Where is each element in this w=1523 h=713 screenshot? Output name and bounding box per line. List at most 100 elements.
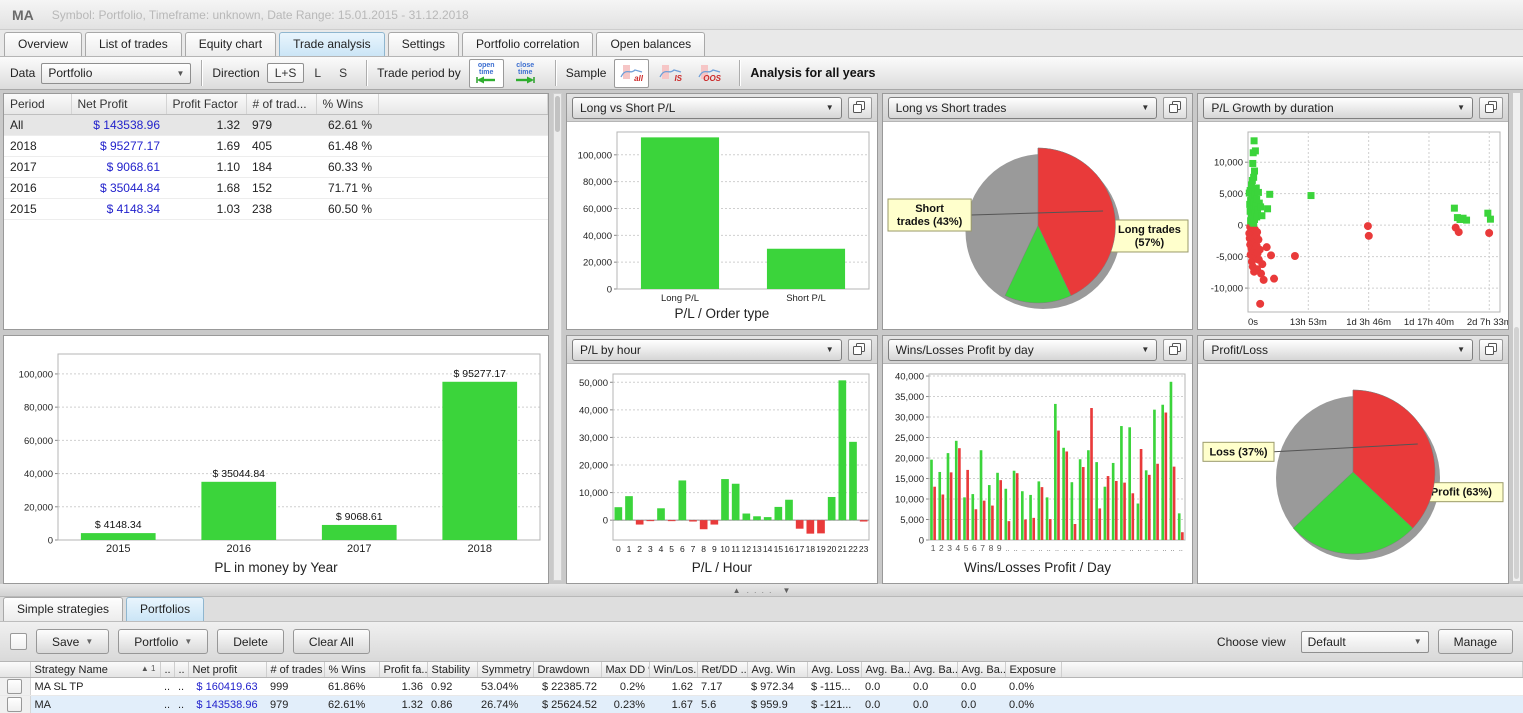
splitter-collapse-down-icon[interactable]: ▼ bbox=[783, 586, 791, 595]
copy-chart-button[interactable] bbox=[848, 97, 872, 119]
chart-selector[interactable]: Long vs Short trades▼ bbox=[888, 97, 1158, 119]
save-button[interactable]: Save▼ bbox=[36, 629, 109, 654]
svg-text:15: 15 bbox=[774, 544, 784, 554]
chart-selector[interactable]: Long vs Short P/L▼ bbox=[572, 97, 842, 119]
open-time-button[interactable]: opentime bbox=[469, 59, 504, 88]
svg-text:16: 16 bbox=[784, 544, 794, 554]
direction-l[interactable]: L bbox=[306, 63, 329, 83]
chart-selector[interactable]: Profit/Loss▼ bbox=[1203, 339, 1473, 361]
cell: 0.0 bbox=[909, 696, 957, 713]
column-header-avg-loss[interactable]: Avg. Loss bbox=[807, 662, 861, 678]
view-select[interactable]: Default ▼ bbox=[1301, 631, 1429, 653]
scrollbar-thumb[interactable] bbox=[555, 96, 560, 132]
bottom-tab-portfolios[interactable]: Portfolios bbox=[126, 597, 204, 621]
column-header-truncated[interactable]: .. bbox=[174, 662, 188, 678]
column-header-strategy-name[interactable]: Strategy Name▲ 1 bbox=[30, 662, 160, 678]
chart-selector[interactable]: Wins/Losses Profit by day▼ bbox=[888, 339, 1158, 361]
column-header-avg-ba[interactable]: Avg. Ba... bbox=[957, 662, 1005, 678]
column-header-profit-fa[interactable]: Profit fa... bbox=[379, 662, 427, 678]
toolbar-separator bbox=[739, 60, 740, 86]
vertical-scrollbar-right[interactable] bbox=[1513, 93, 1520, 581]
period-row-2015[interactable]: 2015$ 4148.341.0323860.50 % bbox=[4, 199, 548, 220]
column-header-drawdown[interactable]: Drawdown bbox=[533, 662, 601, 678]
panel-splitter[interactable]: ▲ .... ▼ bbox=[0, 584, 1523, 597]
sample-oos-button[interactable]: OOS bbox=[692, 59, 727, 88]
column-header-of-trades[interactable]: # of trades bbox=[266, 662, 324, 678]
svg-text:6: 6 bbox=[680, 544, 685, 554]
sample-all-button[interactable]: all bbox=[614, 59, 649, 88]
copy-chart-button[interactable] bbox=[1163, 97, 1187, 119]
svg-text:21: 21 bbox=[838, 544, 848, 554]
column-header-exposure[interactable]: Exposure bbox=[1005, 662, 1061, 678]
column-header-stability[interactable]: Stability bbox=[427, 662, 477, 678]
column-header-net-profit[interactable]: Net Profit bbox=[71, 94, 166, 115]
copy-chart-button[interactable] bbox=[848, 339, 872, 361]
close-time-button[interactable]: closetime bbox=[508, 59, 543, 88]
column-header-ret-dd[interactable]: Ret/DD ... bbox=[697, 662, 747, 678]
tab-portfolio-correlation[interactable]: Portfolio correlation bbox=[462, 32, 593, 56]
period-row-2016[interactable]: 2016$ 35044.841.6815271.71 % bbox=[4, 178, 548, 199]
cell: $ 95277.17 bbox=[71, 136, 166, 157]
direction-l-s[interactable]: L+S bbox=[267, 63, 305, 83]
column-header-wins[interactable]: % Wins bbox=[324, 662, 379, 678]
column-header-avg-ba[interactable]: Avg. Ba... bbox=[909, 662, 957, 678]
chevron-down-icon: ▼ bbox=[1141, 103, 1149, 112]
svg-text:Profit (63%): Profit (63%) bbox=[1431, 487, 1492, 499]
chart-selector[interactable]: P/L Growth by duration▼ bbox=[1203, 97, 1473, 119]
tab-open-balances[interactable]: Open balances bbox=[596, 32, 705, 56]
column-header-profit-factor[interactable]: Profit Factor bbox=[166, 94, 246, 115]
column-header-net-profit[interactable]: Net profit bbox=[188, 662, 266, 678]
tab-overview[interactable]: Overview bbox=[4, 32, 82, 56]
period-row-all[interactable]: All$ 143538.961.3297962.61 % bbox=[4, 115, 548, 136]
cell: .. bbox=[160, 678, 174, 696]
portfolio-button[interactable]: Portfolio▼ bbox=[118, 629, 208, 654]
tab-equity-chart[interactable]: Equity chart bbox=[185, 32, 276, 56]
svg-text:10,000: 10,000 bbox=[895, 495, 924, 506]
cell: 405 bbox=[246, 136, 316, 157]
cell: 61.86% bbox=[324, 678, 379, 696]
cell: 1.62 bbox=[649, 678, 697, 696]
scrollbar-thumb[interactable] bbox=[1514, 327, 1519, 579]
svg-text:35,000: 35,000 bbox=[895, 392, 924, 403]
strategy-row-ma-sl-tp[interactable]: MA SL TP....$ 160419.6399961.86%1.360.92… bbox=[0, 678, 1523, 696]
splitter-collapse-up-icon[interactable]: ▲ bbox=[733, 586, 741, 595]
bottom-tab-simple-strategies[interactable]: Simple strategies bbox=[3, 597, 123, 621]
manage-button[interactable]: Manage bbox=[1438, 629, 1513, 654]
row-checkbox[interactable] bbox=[7, 697, 22, 712]
copy-chart-button[interactable] bbox=[1479, 339, 1503, 361]
tab-trade-analysis[interactable]: Trade analysis bbox=[279, 32, 385, 56]
cell: 7.17 bbox=[697, 678, 747, 696]
period-row-2017[interactable]: 2017$ 9068.611.1018460.33 % bbox=[4, 157, 548, 178]
copy-chart-button[interactable] bbox=[1479, 97, 1503, 119]
column-header-of-trad[interactable]: # of trad... bbox=[246, 94, 316, 115]
data-select[interactable]: Portfolio ▼ bbox=[41, 63, 191, 84]
delete-button[interactable]: Delete bbox=[217, 629, 284, 654]
chart-selector[interactable]: P/L by hour▼ bbox=[572, 339, 842, 361]
tab-settings[interactable]: Settings bbox=[388, 32, 459, 56]
svg-text:80,000: 80,000 bbox=[583, 177, 612, 188]
cell: 2017 bbox=[4, 157, 71, 178]
column-header-truncated[interactable]: .. bbox=[160, 662, 174, 678]
direction-s[interactable]: S bbox=[331, 63, 355, 83]
svg-text:20,000: 20,000 bbox=[24, 502, 53, 513]
sample-is-button[interactable]: IS bbox=[653, 59, 688, 88]
column-header-avg-ba[interactable]: Avg. Ba... bbox=[861, 662, 909, 678]
period-row-2018[interactable]: 2018$ 95277.171.6940561.48 % bbox=[4, 136, 548, 157]
svg-text:Long P/L: Long P/L bbox=[661, 293, 699, 304]
column-header-wins[interactable]: % Wins bbox=[316, 94, 378, 115]
clear-all-button[interactable]: Clear All bbox=[293, 629, 370, 654]
column-header-symmetry[interactable]: Symmetry bbox=[477, 662, 533, 678]
select-all-checkbox[interactable] bbox=[10, 633, 27, 650]
svg-text:15,000: 15,000 bbox=[895, 474, 924, 485]
row-checkbox[interactable] bbox=[7, 679, 22, 694]
tab-list-of-trades[interactable]: List of trades bbox=[85, 32, 182, 56]
column-header-win-los[interactable]: Win/Los... bbox=[649, 662, 697, 678]
copy-chart-button[interactable] bbox=[1163, 339, 1187, 361]
checkbox-column-header bbox=[0, 662, 30, 678]
column-header-avg-win[interactable]: Avg. Win bbox=[747, 662, 807, 678]
column-header-max-dd[interactable]: Max DD % bbox=[601, 662, 649, 678]
vertical-scrollbar[interactable] bbox=[553, 93, 562, 581]
strategy-row-ma[interactable]: MA....$ 143538.9697962.61%1.320.8626.74%… bbox=[0, 696, 1523, 713]
column-header-period[interactable]: Period bbox=[4, 94, 71, 115]
splitter-grip[interactable]: .... bbox=[746, 585, 776, 595]
